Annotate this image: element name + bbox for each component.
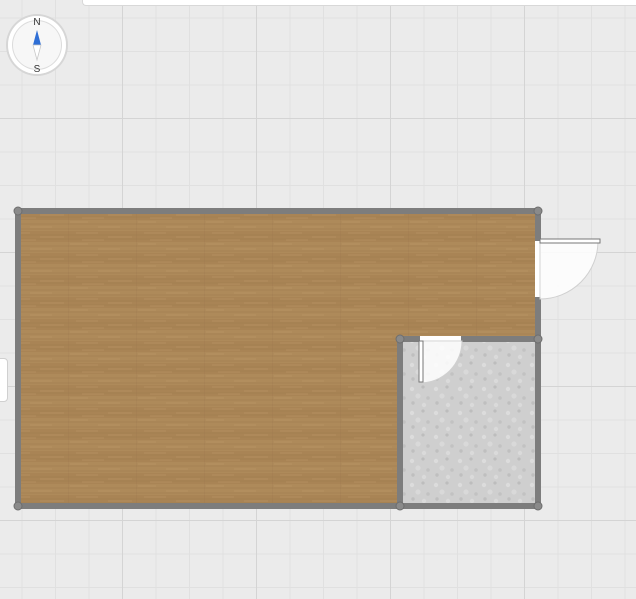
- entry-door-swing-arc: [539, 240, 599, 300]
- floor-plan-canvas[interactable]: [0, 0, 636, 599]
- wall-right-middle[interactable]: [535, 297, 541, 341]
- wall-node[interactable]: [13, 501, 23, 511]
- wall-node[interactable]: [533, 501, 543, 511]
- wall-partition-top-right[interactable]: [461, 336, 541, 342]
- wall-node[interactable]: [533, 206, 543, 216]
- wall-top[interactable]: [16, 208, 541, 214]
- entry-door-leaf[interactable]: [539, 238, 601, 244]
- wall-bottom[interactable]: [15, 503, 541, 509]
- entry-door[interactable]: [535, 238, 601, 300]
- wall-partition-vertical[interactable]: [397, 336, 403, 508]
- wall-node[interactable]: [533, 334, 543, 344]
- wall-right-lower[interactable]: [535, 340, 541, 508]
- wall-node[interactable]: [395, 334, 405, 344]
- wall-node[interactable]: [13, 206, 23, 216]
- wall-node[interactable]: [395, 501, 405, 511]
- small-room-door-leaf[interactable]: [418, 340, 424, 383]
- wall-left[interactable]: [15, 208, 21, 508]
